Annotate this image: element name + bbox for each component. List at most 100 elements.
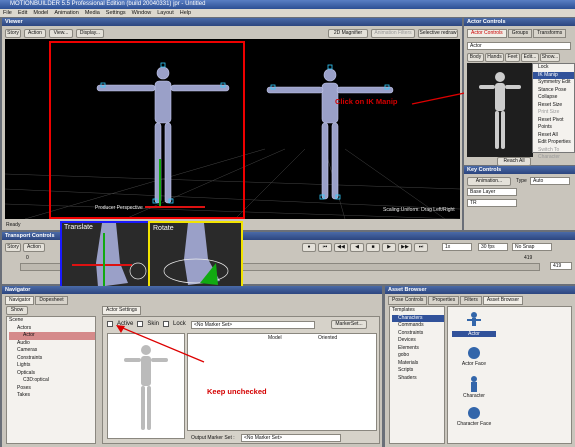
body-button[interactable]: Body	[467, 53, 484, 62]
menu-window[interactable]: Window	[132, 9, 152, 17]
asset-character-face[interactable]: Character Face	[452, 405, 496, 427]
asset-actor-face[interactable]: Actor Face	[452, 345, 496, 367]
story-button[interactable]: Story	[5, 29, 21, 38]
prev-key-button[interactable]: ◀◀	[334, 243, 348, 252]
asset-tree-shaders[interactable]: Shaders	[392, 375, 444, 383]
menu-item-print-size[interactable]: Print Size	[533, 109, 574, 117]
action-button[interactable]: Action	[24, 29, 46, 38]
tree-takes[interactable]: Takes	[9, 392, 95, 400]
menu-item-symmetry[interactable]: Symmetry Edit	[533, 79, 574, 87]
tree-audio[interactable]: Audio	[9, 340, 95, 348]
tree-cameras[interactable]: Cameras	[9, 347, 95, 355]
actor-preview[interactable]	[467, 63, 533, 157]
tab-actor-controls[interactable]: Actor Controls	[467, 29, 507, 38]
menu-item-switch-character[interactable]: Switch To Character	[533, 147, 574, 162]
tree-opticals[interactable]: Opticals	[9, 370, 95, 378]
display-button[interactable]: Display...	[76, 29, 104, 38]
fps-select[interactable]: 30 fps	[478, 243, 508, 251]
selective-redraw-button[interactable]: Selective redraw	[418, 29, 458, 38]
tree-constraints[interactable]: Constraints	[9, 355, 95, 363]
base-layer-select[interactable]: Base Layer	[467, 188, 517, 196]
tree-actor[interactable]: Actor	[9, 332, 95, 340]
marker-set-button[interactable]: MarkerSet...	[331, 320, 367, 329]
magnifier-button[interactable]: 2D Magnifier	[328, 29, 368, 38]
marker-set-field[interactable]: <No Marker Set>	[191, 321, 315, 329]
show-select[interactable]: Show	[6, 306, 28, 315]
goto-end-button[interactable]: ⏭	[414, 243, 428, 252]
reach-all-button[interactable]: Reach All	[497, 157, 531, 166]
tab-filters[interactable]: Filters	[460, 296, 482, 305]
tab-properties[interactable]: Properties	[428, 296, 460, 305]
menu-edit[interactable]: Edit	[18, 9, 27, 17]
asset-actor[interactable]: Actor	[452, 311, 496, 337]
menu-media[interactable]: Media	[85, 9, 100, 17]
type-select[interactable]: Auto	[530, 177, 570, 185]
tab-dopesheet[interactable]: Dopesheet	[35, 296, 68, 305]
play-reverse-button[interactable]: ◀	[350, 243, 364, 252]
feet-button[interactable]: Feet	[505, 53, 520, 62]
menu-model[interactable]: Model	[33, 9, 48, 17]
tree-actors[interactable]: Actors	[9, 325, 95, 333]
current-frame-field[interactable]: 419	[550, 262, 572, 270]
menu-help[interactable]: Help	[180, 9, 191, 17]
menu-item-collapse[interactable]: Collapse	[533, 94, 574, 102]
animation-filters-button[interactable]: Animation Filters	[371, 29, 415, 38]
output-marker-field[interactable]: <No Marker Set>	[241, 434, 341, 442]
asset-character[interactable]: Character	[452, 375, 496, 399]
tr-select[interactable]: TR	[467, 199, 517, 207]
menu-item-stance[interactable]: Stance Pose	[533, 87, 574, 95]
output-marker-label: Output Marker Set :	[191, 435, 235, 441]
menu-file[interactable]: File	[3, 9, 12, 17]
view-button[interactable]: View...	[49, 29, 73, 38]
menu-layout[interactable]: Layout	[157, 9, 174, 17]
asset-tree-gobo[interactable]: gobo	[392, 352, 444, 360]
asset-tree-scripts[interactable]: Scripts	[392, 367, 444, 375]
window-title: MOTIONBUILDER 5.5 Professional Edition (…	[0, 0, 575, 9]
next-key-button[interactable]: ▶▶	[398, 243, 412, 252]
menu-item-edit-properties[interactable]: Edit Properties	[533, 139, 574, 147]
asset-tree-materials[interactable]: Materials	[392, 360, 444, 368]
menu-item-reset-size[interactable]: Reset Size	[533, 102, 574, 110]
asset-tree: Templates Characters Commands Constraint…	[389, 306, 445, 444]
show-button[interactable]: Show...	[540, 53, 560, 62]
menu-item-reset-all[interactable]: Reset All	[533, 132, 574, 140]
hands-button[interactable]: Hands	[485, 53, 504, 62]
edit-button[interactable]: Edit...	[521, 53, 539, 62]
tree-poses[interactable]: Poses	[9, 385, 95, 393]
asset-tree-devices[interactable]: Devices	[392, 337, 444, 345]
actor-settings-tab[interactable]: Actor Settings	[102, 306, 142, 315]
asset-tree-commands[interactable]: Commands	[392, 322, 444, 330]
menu-item-reset-pivots[interactable]: Reset Pivot Points	[533, 117, 574, 132]
asset-tree-constraints[interactable]: Constraints	[392, 330, 444, 338]
menu-item-lock[interactable]: Lock	[533, 64, 574, 72]
asset-tree-characters[interactable]: Characters	[392, 314, 444, 322]
play-button[interactable]: ▶	[382, 243, 396, 252]
viewport[interactable]: Click on IK Manip Producer Perspective S…	[5, 39, 460, 219]
tab-asset-browser[interactable]: Asset Browser	[482, 296, 524, 305]
goto-start-button[interactable]: ⏮	[318, 243, 332, 252]
marker-table: Model Oriented	[187, 333, 377, 431]
asset-tree-elements[interactable]: Elements	[392, 345, 444, 353]
transport-story-button[interactable]: Story	[5, 243, 21, 252]
snap-select[interactable]: No Snap	[512, 243, 552, 251]
tab-navigator[interactable]: Navigator	[5, 296, 35, 305]
animation-button[interactable]: Animation...	[467, 177, 511, 186]
menu-settings[interactable]: Settings	[106, 9, 126, 17]
menu-item-ik-manip[interactable]: IK Manip	[533, 71, 574, 79]
asset-tree-templates[interactable]: Templates	[392, 307, 444, 315]
tab-pose-controls[interactable]: Pose Controls	[388, 296, 428, 305]
menu-animation[interactable]: Animation	[54, 9, 78, 17]
tree-c3d-optical[interactable]: C3D:optical	[9, 377, 95, 385]
tab-transforms[interactable]: Transforms	[533, 29, 567, 38]
actor-name-field[interactable]: Actor	[467, 42, 571, 50]
stop-button[interactable]: ■	[366, 243, 380, 252]
record-button[interactable]: ●	[302, 243, 316, 252]
keep-arrow	[116, 325, 205, 363]
tab-groups[interactable]: Groups	[507, 29, 533, 38]
tree-lights[interactable]: Lights	[9, 362, 95, 370]
tree-scene[interactable]: Scene	[9, 317, 95, 325]
keep-unchecked-annotation: Keep unchecked	[207, 387, 267, 396]
navigator-panel: Navigator Navigator Dopesheet Show Scene…	[2, 286, 382, 447]
speed-select[interactable]: 1x	[442, 243, 472, 251]
transport-action-button[interactable]: Action	[23, 243, 45, 252]
